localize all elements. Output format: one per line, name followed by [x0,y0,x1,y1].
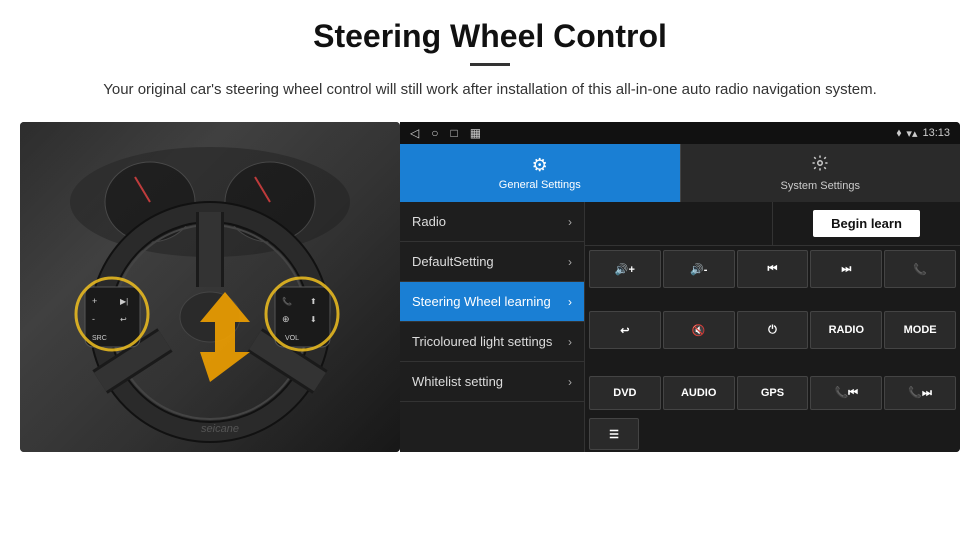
mode-button[interactable]: MODE [884,311,956,349]
gps-label: GPS [761,387,784,399]
svg-text:VOL: VOL [285,335,299,342]
mode-label: MODE [904,324,937,336]
svg-text:⬇: ⬇ [310,315,317,324]
steering-wheel-svg: + ▶| - ↩ SRC 📞 ⬆ ⊕ ⬇ VOL [20,122,400,452]
right-panel: Begin learn 🔊+ 🔊- ⏮ [585,202,960,452]
car-bg: + ▶| - ↩ SRC 📞 ⬆ ⊕ ⬇ VOL [20,122,400,452]
status-bar: ◁ ○ □ ▦ ⬧ ▾▴ 13:13 [400,122,960,144]
page-container: Steering Wheel Control Your original car… [0,0,980,467]
prev-button[interactable]: ⏮ [737,250,809,288]
radio-label: RADIO [829,324,864,336]
radio-button[interactable]: RADIO [810,311,882,349]
status-time: 13:13 [922,127,950,139]
car-image: + ▶| - ↩ SRC 📞 ⬆ ⊕ ⬇ VOL [20,122,400,452]
whitelist-icon: ☰ [609,428,619,441]
next-button[interactable]: ⏭ [810,250,882,288]
svg-text:↩: ↩ [120,315,127,324]
dvd-label: DVD [613,387,636,399]
svg-text:-: - [92,314,95,324]
back-button[interactable]: ↩ [589,311,661,349]
tab-system-settings[interactable]: System Settings [680,144,961,202]
chevron-icon: › [568,335,572,349]
call-prev-button[interactable]: 📞⏮ [810,376,882,410]
svg-text:▶|: ▶| [120,297,128,306]
mute-button[interactable]: 🔇 [663,311,735,349]
begin-learn-button[interactable]: Begin learn [813,210,920,237]
right-top-right: Begin learn [773,202,960,245]
svg-text:⊕: ⊕ [282,314,290,324]
menu-item-default[interactable]: DefaultSetting › [400,242,584,282]
svg-text:SRC: SRC [92,335,107,342]
system-settings-icon [811,154,829,177]
content-section: + ▶| - ↩ SRC 📞 ⬆ ⊕ ⬇ VOL [0,112,980,467]
whitelist-icon-button[interactable]: ☰ [589,418,639,450]
call-button[interactable]: 📞 [884,250,956,288]
menu-item-whitelist[interactable]: Whitelist setting › [400,362,584,402]
main-content: Radio › DefaultSetting › Steering Wheel … [400,202,960,452]
next-icon: ⏭ [841,263,851,276]
recent-icon[interactable]: □ [450,126,457,140]
home-icon[interactable]: ○ [431,126,438,140]
menu-steering-label: Steering Wheel learning [412,294,568,309]
general-settings-icon: ⚙ [532,155,548,176]
tab-bar: ⚙ General Settings System Settings [400,144,960,202]
left-menu: Radio › DefaultSetting › Steering Wheel … [400,202,585,452]
android-ui: ◁ ○ □ ▦ ⬧ ▾▴ 13:13 ⚙ General Settings [400,122,960,452]
audio-button[interactable]: AUDIO [663,376,735,410]
vol-up-button[interactable]: 🔊+ [589,250,661,288]
vol-up-icon: 🔊+ [615,263,635,276]
chevron-icon: › [568,375,572,389]
chevron-icon: › [568,295,572,309]
right-top-left-empty [585,202,773,245]
title-divider [470,63,510,66]
bottom-button-row: DVD AUDIO GPS 📞⏮ 📞⏭ [585,374,960,414]
power-icon: ⏻ [768,324,777,337]
mute-icon: 🔇 [692,324,706,337]
call-icon: 📞 [913,263,927,276]
menu-radio-label: Radio [412,214,568,229]
back-icon: ↩ [620,324,629,337]
right-top-row: Begin learn [585,202,960,246]
gps-button[interactable]: GPS [737,376,809,410]
svg-text:📞: 📞 [282,296,292,306]
whitelist-row: ☰ [585,414,960,452]
chevron-icon: › [568,215,572,229]
tab-general-label: General Settings [499,179,581,191]
status-bar-right: ⬧ ▾▴ 13:13 [896,127,950,140]
header-section: Steering Wheel Control Your original car… [0,0,980,112]
prev-icon: ⏮ [768,263,778,276]
subtitle-text: Your original car's steering wheel contr… [90,78,890,102]
menu-item-tricoloured[interactable]: Tricoloured light settings › [400,322,584,362]
svg-text:seicane: seicane [201,423,239,435]
dvd-button[interactable]: DVD [589,376,661,410]
menu-item-steering[interactable]: Steering Wheel learning › [400,282,584,322]
audio-label: AUDIO [681,387,716,399]
control-button-grid: 🔊+ 🔊- ⏮ ⏭ 📞 [585,246,960,374]
vol-down-button[interactable]: 🔊- [663,250,735,288]
call-prev-icon: 📞⏮ [834,386,858,400]
back-nav-icon[interactable]: ◁ [410,126,419,140]
screen-icon[interactable]: ▦ [470,126,481,140]
location-icon: ⬧ [896,127,901,140]
chevron-icon: › [568,255,572,269]
menu-whitelist-label: Whitelist setting [412,374,568,389]
tab-system-label: System Settings [781,180,860,192]
menu-tricoloured-label: Tricoloured light settings [412,334,568,349]
call-next-icon: 📞⏭ [908,386,932,400]
menu-default-label: DefaultSetting [412,254,568,269]
status-bar-left: ◁ ○ □ ▦ [410,126,481,140]
svg-text:+: + [92,296,97,306]
signal-icon: ▾▴ [906,127,917,140]
svg-text:⬆: ⬆ [310,297,317,306]
call-next-button[interactable]: 📞⏭ [884,376,956,410]
power-button[interactable]: ⏻ [737,311,809,349]
tab-general-settings[interactable]: ⚙ General Settings [400,144,680,202]
menu-item-radio[interactable]: Radio › [400,202,584,242]
vol-down-icon: 🔊- [690,263,707,276]
page-title: Steering Wheel Control [60,18,920,55]
